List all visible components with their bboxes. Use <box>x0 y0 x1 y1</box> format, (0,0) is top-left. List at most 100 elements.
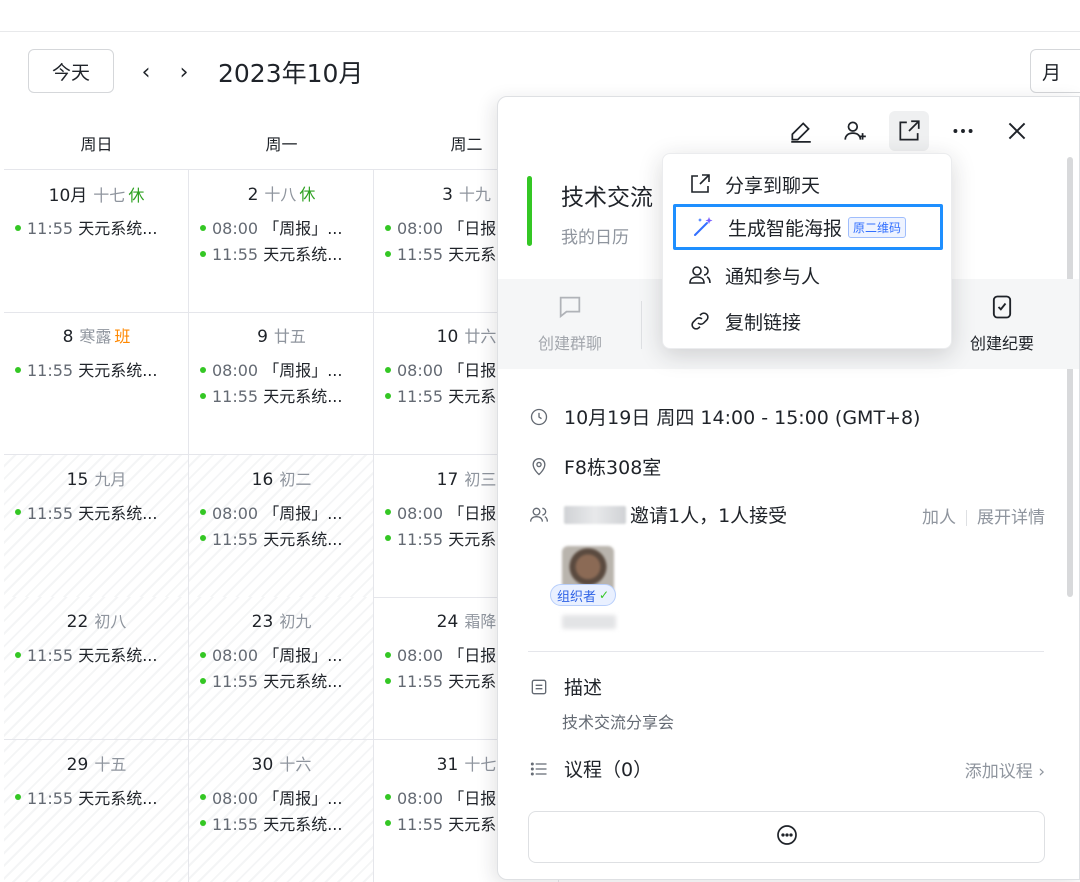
day-cell[interactable]: 8 寒露班 11:55 天元系统... <box>4 312 189 455</box>
event-title: 天元系统... <box>78 361 158 381</box>
day-cell[interactable]: 29 十五 11:55 天元系统... <box>4 739 189 882</box>
day-cell[interactable]: 22 初八 11:55 天元系统... <box>4 597 189 740</box>
event-dot-icon <box>15 366 21 373</box>
event-dot-icon <box>200 651 206 658</box>
event-time: 08:00 <box>212 361 259 381</box>
generate-smart-poster-item[interactable]: 生成智能海报 原二维码 <box>673 204 943 250</box>
weekday-label: 周一 <box>265 135 298 154</box>
event-title: 天元系统... <box>263 814 343 834</box>
copy-link-item[interactable]: 复制链接 <box>663 298 953 344</box>
day-header: 15 九月 <box>4 466 189 490</box>
lunar-date: 廿五 <box>273 327 306 347</box>
day-cell[interactable]: 23 初九 08:00 「周报」... 11:55 天元系统... <box>189 597 374 740</box>
share-external-icon[interactable] <box>889 111 929 151</box>
day-cell[interactable]: 9 廿五 08:00 「周报」... 11:55 天元系统... <box>189 312 374 455</box>
lunar-date: 初九 <box>279 612 312 632</box>
lunar-date: 初三 <box>464 469 497 489</box>
day-cell[interactable]: 2 十八休 08:00 「周报」... 11:55 天元系统... <box>189 170 374 312</box>
event-time-row: 10月19日 周四 14:00 - 15:00 (GMT+8) <box>528 403 920 430</box>
event-title: 天元系统... <box>78 219 158 238</box>
calendar-event[interactable]: 11:55 天元系统... <box>15 785 185 809</box>
quick-action-label: 创建纪要 <box>969 334 1034 353</box>
share-dropdown-menu: 分享到聊天 生成智能海报 原二维码 通知参与人 复制链接 <box>662 153 952 349</box>
window-top-bar <box>0 0 1080 32</box>
day-cell[interactable]: 10月 十七休 11:55 天元系统... <box>4 170 189 312</box>
description-row: 描述 <box>528 673 602 700</box>
menu-item-label: 通知参与人 <box>725 265 821 288</box>
lunar-date: 十六 <box>279 754 312 774</box>
description-text: 技术交流分享会 <box>562 713 675 732</box>
event-time: 11:55 <box>397 814 444 834</box>
expand-details-link[interactable]: 展开详情 <box>977 508 1045 528</box>
event-time: 11:55 <box>212 529 259 549</box>
day-number: 15 <box>66 469 89 490</box>
edit-icon[interactable] <box>781 111 821 151</box>
day-cell[interactable]: 30 十六 08:00 「周报」... 11:55 天元系统... <box>189 739 374 882</box>
add-person-icon[interactable] <box>835 111 875 151</box>
people-icon <box>687 262 713 288</box>
event-dot-icon <box>15 651 21 658</box>
day-number: 2 <box>247 185 259 205</box>
divider <box>528 651 1044 652</box>
add-person-link[interactable]: 加人 <box>922 508 956 528</box>
today-button[interactable]: 今天 <box>28 49 114 93</box>
calendar-event[interactable]: 11:55 天元系统... <box>15 215 185 239</box>
event-dot-icon <box>15 224 21 231</box>
calendar-event[interactable]: 11:55 天元系统... <box>200 383 370 407</box>
lunar-date: 初八 <box>94 612 127 632</box>
list-icon <box>528 758 550 780</box>
calendar-event[interactable]: 08:00 「周报」... <box>200 215 370 239</box>
day-header: 22 初八 <box>4 608 189 632</box>
view-mode-select[interactable]: 月 <box>1030 49 1080 93</box>
day-number: 10 <box>436 327 459 348</box>
calendar-event[interactable]: 08:00 「周报」... <box>200 500 370 524</box>
event-color-bar <box>527 176 532 246</box>
event-dot-icon <box>200 535 206 542</box>
calendar-event[interactable]: 11:55 天元系统... <box>15 357 185 381</box>
calendar-event[interactable]: 08:00 「周报」... <box>200 785 370 809</box>
calendar-event[interactable]: 11:55 天元系统... <box>200 526 370 550</box>
event-time: 11:55 <box>27 219 74 238</box>
close-icon[interactable] <box>997 111 1037 151</box>
calendar-event[interactable]: 08:00 「周报」... <box>200 357 370 381</box>
day-cell[interactable]: 15 九月 11:55 天元系统... <box>4 454 189 597</box>
event-time: 11:55 <box>27 361 74 381</box>
panel-scrollbar[interactable] <box>1067 157 1073 597</box>
attendees-row: 邀请1人，1人接受 <box>528 501 787 528</box>
event-title: 「日报 <box>448 219 497 238</box>
event-time: 08:00 <box>397 219 444 238</box>
event-time: 08:00 <box>212 646 259 666</box>
event-location-row: F8栋308室 <box>528 453 661 480</box>
event-time: 11:55 <box>212 245 259 264</box>
day-header: 30 十六 <box>189 751 374 775</box>
calendar-event[interactable]: 11:55 天元系统... <box>15 642 185 666</box>
chevron-left-icon[interactable]: ‹ <box>134 58 158 86</box>
agenda-row: 议程（0） <box>528 755 652 782</box>
event-title: 天元系 <box>448 814 497 834</box>
add-agenda-link[interactable]: 添加议程 › <box>965 757 1045 782</box>
notify-participants-item[interactable]: 通知参与人 <box>663 252 953 298</box>
chevron-right-icon[interactable]: › <box>172 58 196 86</box>
calendar-event[interactable]: 08:00 「周报」... <box>200 642 370 666</box>
lunar-date: 十七 <box>464 754 497 774</box>
event-title: 「周报」... <box>263 503 343 523</box>
day-header: 29 十五 <box>4 751 189 775</box>
calendar-event[interactable]: 11:55 天元系统... <box>15 500 185 524</box>
more-icon[interactable] <box>943 111 983 151</box>
create-notes-button[interactable]: 创建纪要 <box>952 292 1052 354</box>
calendar-event[interactable]: 11:55 天元系统... <box>200 668 370 692</box>
day-cell[interactable]: 16 初二 08:00 「周报」... 11:55 天元系统... <box>189 454 374 597</box>
share-to-chat-item[interactable]: 分享到聊天 <box>663 161 953 207</box>
create-group-chat-button[interactable]: 创建群聊 <box>520 292 620 354</box>
event-chat-button[interactable] <box>528 811 1045 863</box>
event-title: 天元系统... <box>263 672 343 692</box>
event-dot-icon <box>15 794 21 801</box>
lunar-date: 十七 <box>93 186 126 205</box>
calendar-event[interactable]: 11:55 天元系统... <box>200 241 370 265</box>
calendar-event[interactable]: 11:55 天元系统... <box>200 811 370 835</box>
event-title: 天元系统... <box>263 387 343 407</box>
event-dot-icon <box>200 392 206 399</box>
event-dot-icon <box>15 509 21 516</box>
event-title: 天元系 <box>448 672 497 692</box>
event-title: 天元系统... <box>263 529 343 549</box>
